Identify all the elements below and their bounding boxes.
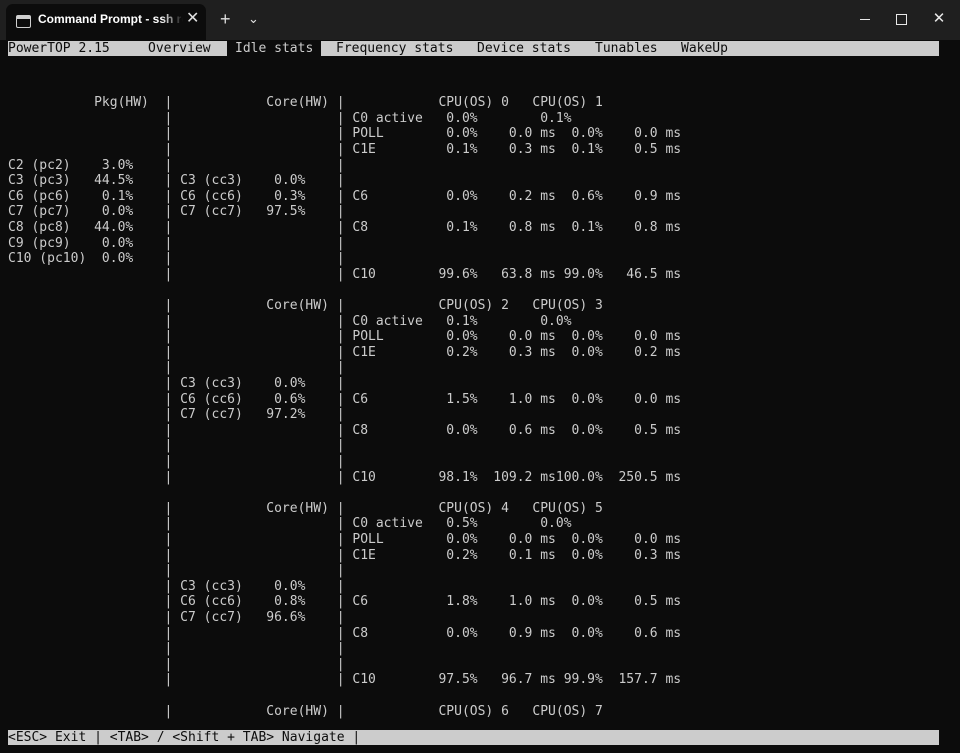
terminal-line: | | bbox=[8, 454, 345, 469]
new-tab-button[interactable]: + bbox=[220, 9, 231, 29]
tab-tunables[interactable]: Tunables bbox=[595, 41, 658, 56]
terminal-line: | Core(HW) | CPU(OS) 6 CPU(OS) 7 bbox=[8, 703, 603, 719]
terminal-line: C9 (pc9) 0.0% | | bbox=[8, 235, 345, 251]
tab-device-stats[interactable]: Device stats bbox=[477, 41, 571, 56]
terminal-line: | | C10 99.6% 63.8 ms 99.0% 46.5 ms bbox=[8, 266, 682, 282]
terminal-line: | | POLL 0.0% 0.0 ms 0.0% 0.0 ms bbox=[8, 532, 682, 547]
tab-overview[interactable]: Overview bbox=[148, 41, 211, 56]
minimize-icon bbox=[860, 19, 870, 21]
tab-title: Command Prompt - ssh root@ bbox=[38, 12, 183, 26]
terminal-line: C8 (pc8) 44.0% | | C8 0.1% 0.8 ms 0.1% 0… bbox=[8, 220, 682, 235]
terminal-line: | | C1E 0.1% 0.3 ms 0.1% 0.5 ms bbox=[8, 142, 682, 157]
maximize-icon bbox=[895, 14, 907, 26]
terminal-line: | C3 (cc3) 0.0% | bbox=[8, 578, 345, 594]
tab-idle-stats[interactable]: Idle stats bbox=[227, 41, 322, 56]
terminal-line: | | C0 active 0.1% 0.0% bbox=[8, 313, 572, 329]
terminal-line: | | C8 0.0% 0.9 ms 0.0% 0.6 ms bbox=[8, 625, 682, 641]
terminal-screen[interactable]: PowerTOP 2.15 Overview Idle stats Freque… bbox=[0, 40, 960, 753]
close-icon: ✕ bbox=[932, 10, 946, 27]
status-bar-text: <ESC> Exit | <TAB> / <Shift + TAB> Navig… bbox=[8, 730, 361, 745]
terminal-line: | | C10 98.1% 109.2 ms100.0% 250.5 ms bbox=[8, 469, 682, 485]
terminal-line: | | C8 0.0% 0.6 ms 0.0% 0.5 ms bbox=[8, 422, 682, 438]
terminal-line: C7 (pc7) 0.0% | C7 (cc7) 97.5% | bbox=[8, 204, 345, 220]
status-bar: <ESC> Exit | <TAB> / <Shift + TAB> Navig… bbox=[8, 730, 939, 745]
terminal-line: | C6 (cc6) 0.8% | C6 1.8% 1.0 ms 0.0% 0.… bbox=[8, 594, 682, 610]
terminal-line: | | bbox=[8, 360, 345, 376]
terminal-line: | | POLL 0.0% 0.0 ms 0.0% 0.0 ms bbox=[8, 126, 682, 142]
terminal-line: | | C0 active 0.0% 0.1% bbox=[8, 110, 572, 126]
terminal-line: | | C10 97.5% 96.7 ms 99.9% 157.7 ms bbox=[8, 672, 682, 688]
terminal-line: | | C1E 0.2% 0.3 ms 0.0% 0.2 ms bbox=[8, 344, 682, 360]
terminal-icon bbox=[16, 15, 31, 28]
terminal-line: | C6 (cc6) 0.6% | C6 1.5% 1.0 ms 0.0% 0.… bbox=[8, 391, 682, 407]
terminal-line: C3 (pc3) 44.5% | C3 (cc3) 0.0% | bbox=[8, 173, 345, 189]
terminal-line: C10 (pc10) 0.0% | | bbox=[8, 251, 345, 267]
terminal-line: | | POLL 0.0% 0.0 ms 0.0% 0.0 ms bbox=[8, 329, 682, 345]
terminal-line: | | C0 active 0.5% 0.0% bbox=[8, 516, 572, 532]
terminal-line: Pkg(HW) | Core(HW) | CPU(OS) 0 CPU(OS) 1 bbox=[8, 95, 603, 111]
tab-dropdown-icon[interactable]: ⌄ bbox=[248, 10, 259, 28]
menu-powertop-version: PowerTOP 2.15 bbox=[8, 41, 110, 56]
terminal-line: | C7 (cc7) 96.6% | bbox=[8, 610, 345, 625]
tab-close-icon[interactable]: ✕ bbox=[186, 10, 199, 28]
terminal-line: | | bbox=[8, 438, 345, 454]
terminal-line: | | C1E 0.2% 0.1 ms 0.0% 0.3 ms bbox=[8, 547, 682, 563]
terminal-line: | C7 (cc7) 97.2% | bbox=[8, 407, 345, 423]
terminal-line: | | bbox=[8, 641, 345, 657]
terminal-line: | | bbox=[8, 563, 345, 579]
terminal-window: Command Prompt - ssh root@ ✕ + ⌄ ✕ Power… bbox=[0, 0, 960, 753]
title-bar: Command Prompt - ssh root@ ✕ + ⌄ ✕ bbox=[0, 0, 960, 40]
tab-command-prompt[interactable]: Command Prompt - ssh root@ ✕ bbox=[6, 4, 206, 40]
terminal-line: C2 (pc2) 3.0% | | bbox=[8, 157, 345, 173]
terminal-line: | | bbox=[8, 656, 345, 672]
terminal-line: | Core(HW) | CPU(OS) 4 CPU(OS) 5 bbox=[8, 500, 603, 516]
tab-wakeup[interactable]: WakeUp bbox=[681, 41, 728, 56]
powertop-menu-bar: PowerTOP 2.15 Overview Idle stats Freque… bbox=[8, 41, 939, 56]
close-window-button[interactable]: ✕ bbox=[916, 6, 960, 32]
terminal-line: | C3 (cc3) 0.0% | bbox=[8, 376, 345, 391]
tab-frequency-stats[interactable]: Frequency stats bbox=[336, 41, 453, 56]
terminal-line: | Core(HW) | CPU(OS) 2 CPU(OS) 3 bbox=[8, 298, 603, 313]
terminal-line: C6 (pc6) 0.1% | C6 (cc6) 0.3% | C6 0.0% … bbox=[8, 188, 682, 204]
